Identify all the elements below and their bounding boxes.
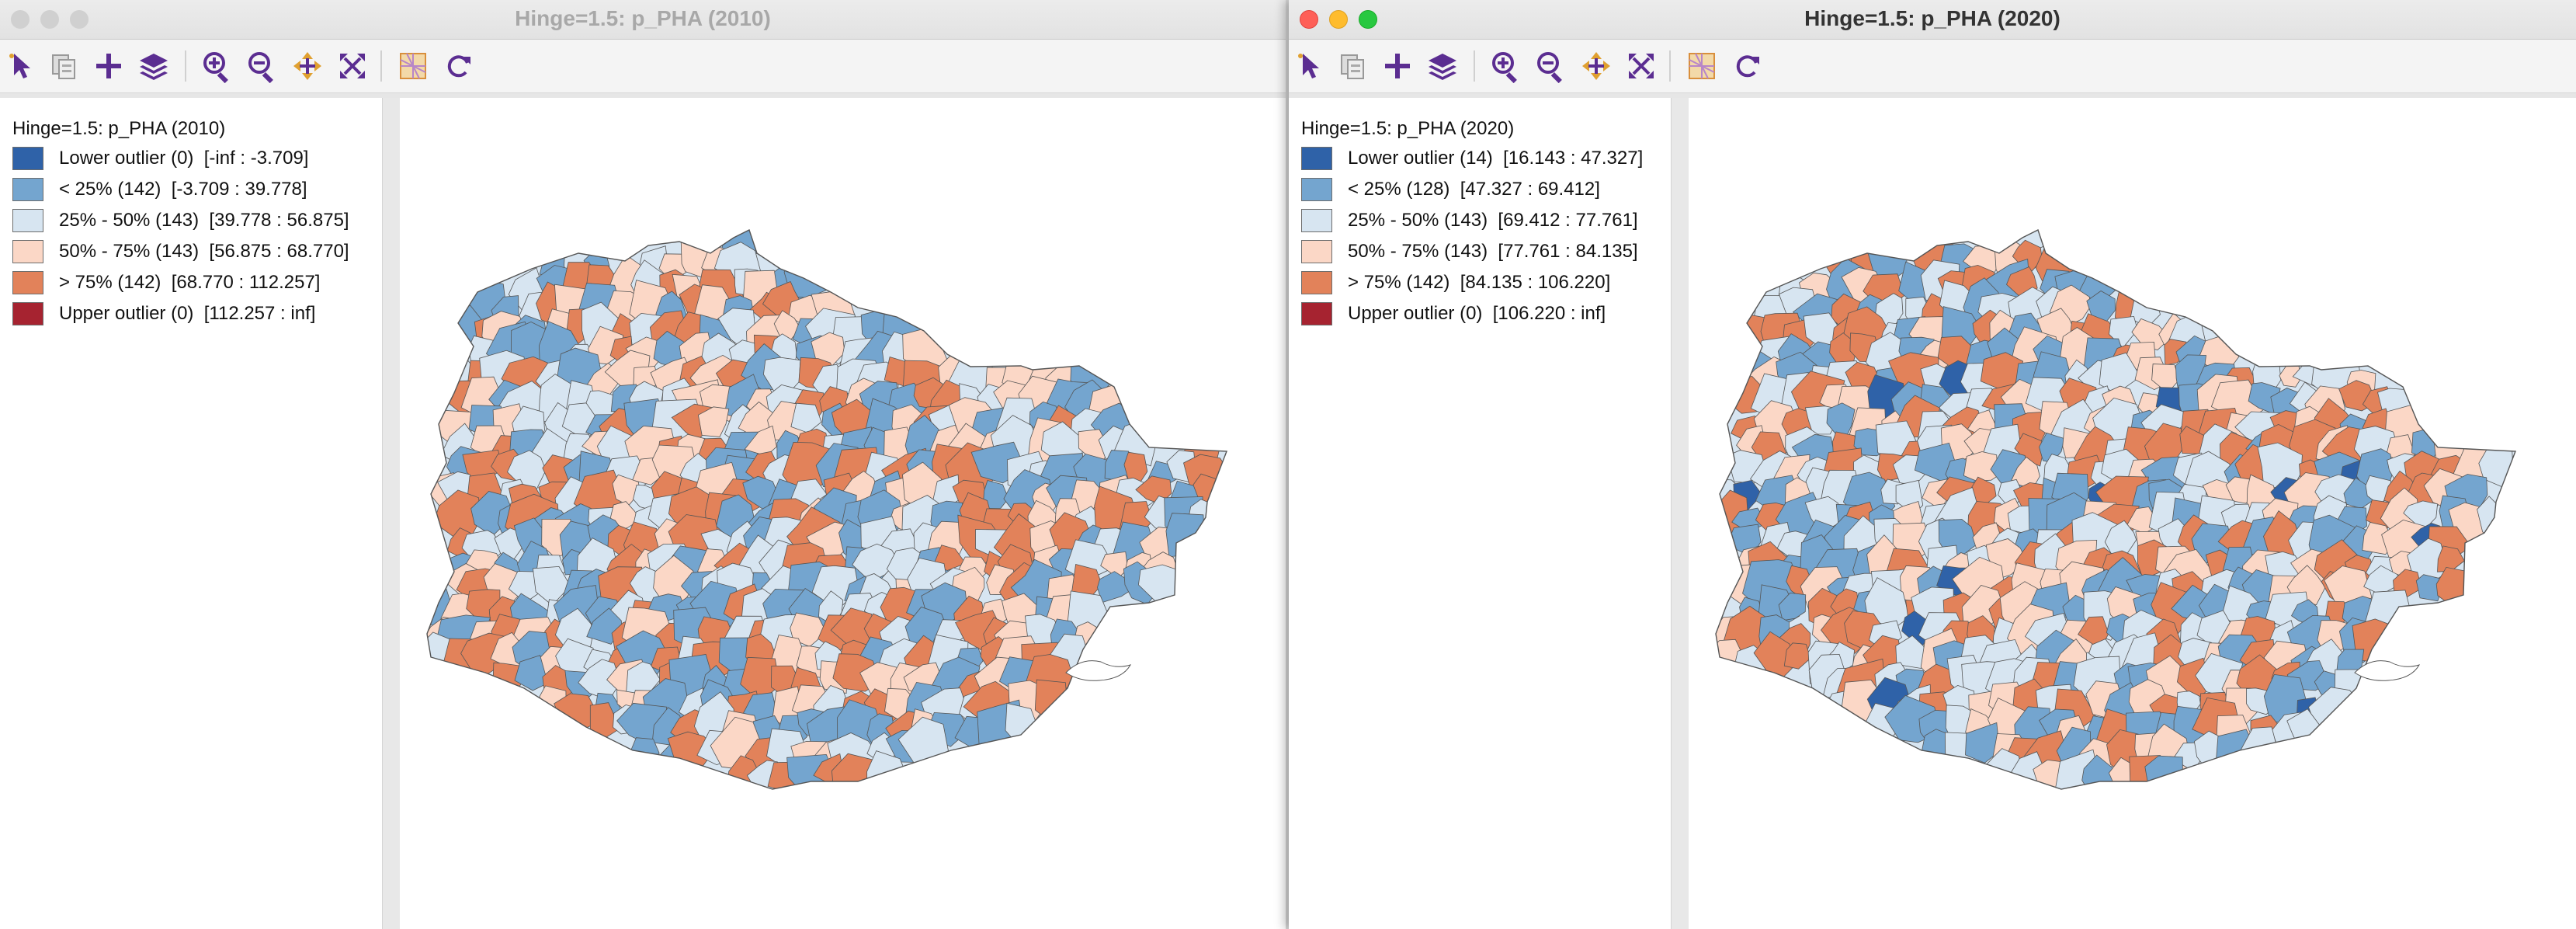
layers-icon[interactable] <box>1425 49 1460 83</box>
municipality-polygons <box>1716 230 2515 789</box>
legend-item-q2[interactable]: 25% - 50% (143) [39.778 : 56.875] <box>12 208 349 233</box>
legend-item-upper-outlier[interactable]: Upper outlier (0) [106.220 : inf] <box>1301 301 1606 326</box>
legend-label: 25% - 50% (143) [39.778 : 56.875] <box>59 210 349 231</box>
window-title: Hinge=1.5: p_PHA (2010) <box>515 6 771 30</box>
legend-item-q3[interactable]: 50% - 75% (143) [56.875 : 68.770] <box>12 239 349 264</box>
legend-title: Hinge=1.5: p_PHA (2010) <box>12 118 226 139</box>
legend-swatch <box>1301 178 1332 201</box>
title-bar: Hinge=1.5: p_PHA (2020) <box>1289 0 2576 40</box>
choropleth-map-2010 <box>426 229 1228 790</box>
legend-label: Upper outlier (0) [106.220 : inf] <box>1348 303 1606 324</box>
fit-extent-icon[interactable] <box>1624 49 1658 83</box>
legend-swatch <box>12 178 43 201</box>
basemap-icon[interactable] <box>1685 49 1719 83</box>
toolbar-separator <box>1669 50 1671 82</box>
legend-item-lower-outlier[interactable]: Lower outlier (0) [-inf : -3.709] <box>12 146 308 171</box>
municipality-q4 <box>1034 679 1068 727</box>
choropleth-map-2020 <box>1715 229 2517 790</box>
refresh-icon[interactable] <box>441 49 475 83</box>
legend-panel[interactable]: Hinge=1.5: p_PHA (2010) Lower outlier (0… <box>0 98 383 929</box>
pane-splitter[interactable] <box>383 98 400 929</box>
pan-icon[interactable] <box>290 49 325 83</box>
add-icon[interactable] <box>1380 49 1415 83</box>
legend-label: 25% - 50% (143) [69.412 : 77.761] <box>1348 210 1638 231</box>
legend-swatch <box>12 240 43 263</box>
legend-panel[interactable]: Hinge=1.5: p_PHA (2020) Lower outlier (1… <box>1289 98 1672 929</box>
map-window-2010: Hinge=1.5: p_PHA (2010) Hinge=1.5: p_PHA… <box>0 0 1286 929</box>
window-title: Hinge=1.5: p_PHA (2020) <box>1804 6 2060 30</box>
legend-swatch <box>1301 147 1332 170</box>
legend-item-q3[interactable]: 50% - 75% (143) [77.761 : 84.135] <box>1301 239 1638 264</box>
legend-label: 50% - 75% (143) [56.875 : 68.770] <box>59 241 349 262</box>
toolbar-separator <box>185 50 186 82</box>
legend-label: 50% - 75% (143) [77.761 : 84.135] <box>1348 241 1638 262</box>
map-canvas[interactable] <box>400 98 1286 929</box>
fit-extent-icon[interactable] <box>335 49 370 83</box>
legend-label: Upper outlier (0) [112.257 : inf] <box>59 303 316 324</box>
pane-splitter[interactable] <box>1672 98 1689 929</box>
layers-icon[interactable] <box>137 49 171 83</box>
toolbar-separator <box>380 50 382 82</box>
legend-item-q4[interactable]: > 75% (142) [84.135 : 106.220] <box>1301 270 1610 295</box>
pan-icon[interactable] <box>1579 49 1613 83</box>
municipality-polygons <box>427 230 1227 789</box>
legend-swatch <box>1301 240 1332 263</box>
legend-label: < 25% (128) [47.327 : 69.412] <box>1348 179 1600 200</box>
legend-item-q2[interactable]: 25% - 50% (143) [69.412 : 77.761] <box>1301 208 1638 233</box>
map-toolbar <box>1289 40 2576 93</box>
legend-item-lower-outlier[interactable]: Lower outlier (14) [16.143 : 47.327] <box>1301 146 1643 171</box>
legend-label: > 75% (142) [84.135 : 106.220] <box>1348 272 1611 293</box>
legend-title: Hinge=1.5: p_PHA (2020) <box>1301 118 1515 139</box>
legend-swatch <box>1301 209 1332 232</box>
refresh-icon[interactable] <box>1730 49 1764 83</box>
municipality-q1 <box>1165 513 1206 558</box>
select-pointer-icon[interactable] <box>1293 49 1328 83</box>
legend-swatch <box>1301 271 1332 294</box>
zoom-in-icon[interactable] <box>1489 49 1523 83</box>
basemap-icon[interactable] <box>396 49 430 83</box>
legend-item-upper-outlier[interactable]: Upper outlier (0) [112.257 : inf] <box>12 301 315 326</box>
legend-label: Lower outlier (14) [16.143 : 47.327] <box>1348 148 1644 169</box>
map-toolbar <box>0 40 1286 93</box>
zoom-out-icon[interactable] <box>245 49 279 83</box>
legend-item-q1[interactable]: < 25% (142) [-3.709 : 39.778] <box>12 177 307 202</box>
zoom-out-icon[interactable] <box>1534 49 1568 83</box>
legend-item-q1[interactable]: < 25% (128) [47.327 : 69.412] <box>1301 177 1600 202</box>
select-pointer-icon[interactable] <box>5 49 39 83</box>
legend-swatch <box>12 209 43 232</box>
map-canvas[interactable] <box>1689 98 2576 929</box>
legend-swatch <box>12 271 43 294</box>
add-icon[interactable] <box>92 49 126 83</box>
zoom-in-icon[interactable] <box>200 49 234 83</box>
legend-label: < 25% (142) [-3.709 : 39.778] <box>59 179 307 200</box>
legend-swatch <box>12 302 43 325</box>
copy-icon[interactable] <box>47 49 81 83</box>
map-window-2020: Hinge=1.5: p_PHA (2020) Hinge=1.5: p_PHA… <box>1289 0 2576 929</box>
legend-label: Lower outlier (0) [-inf : -3.709] <box>59 148 309 169</box>
legend-item-q4[interactable]: > 75% (142) [68.770 : 112.257] <box>12 270 320 295</box>
copy-icon[interactable] <box>1335 49 1370 83</box>
legend-swatch <box>1301 302 1332 325</box>
legend-swatch <box>12 147 43 170</box>
title-bar: Hinge=1.5: p_PHA (2010) <box>0 0 1286 40</box>
legend-label: > 75% (142) [68.770 : 112.257] <box>59 272 321 293</box>
toolbar-separator <box>1474 50 1475 82</box>
